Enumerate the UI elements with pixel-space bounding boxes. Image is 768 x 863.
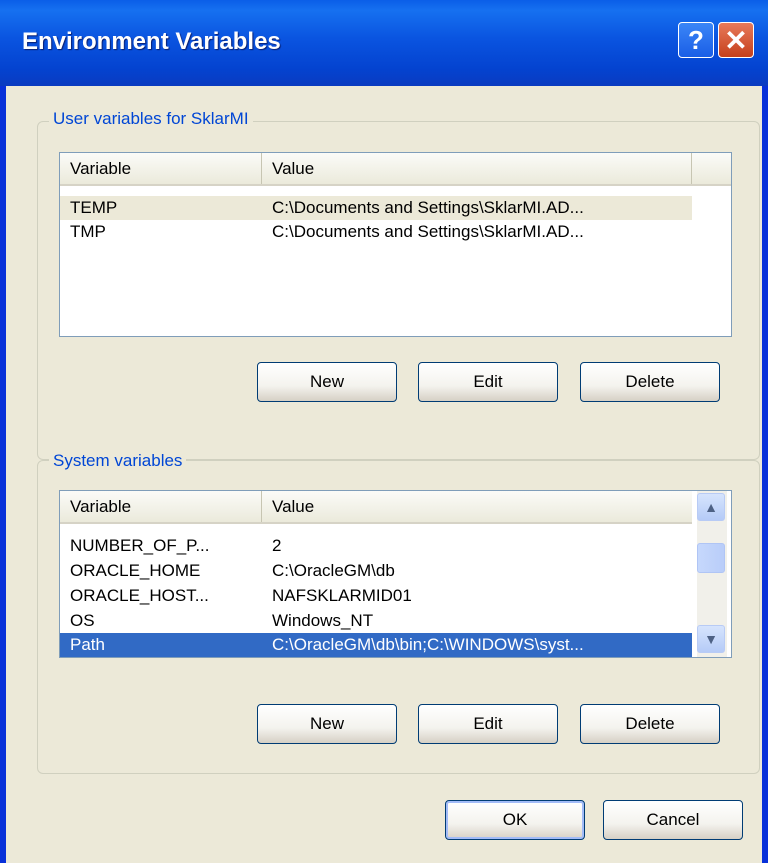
list-row-selected[interactable]: Path C:\OracleGM\db\bin;C:\WINDOWS\syst.… [60, 633, 692, 657]
system-edit-button[interactable]: Edit [418, 704, 558, 744]
scrollbar-thumb[interactable] [697, 543, 725, 573]
scroll-up-icon[interactable]: ▲ [697, 493, 725, 521]
list-row[interactable]: NUMBER_OF_P... 2 [60, 534, 692, 558]
column-header-variable[interactable]: Variable [60, 491, 262, 522]
system-delete-button[interactable]: Delete [580, 704, 720, 744]
list-header: Variable Value [60, 153, 731, 186]
system-variables-title: System variables [49, 451, 187, 471]
vertical-scrollbar[interactable]: ▲ ▼ [697, 491, 727, 657]
system-variables-list[interactable]: Variable Value NUMBER_OF_P... 2 ORACLE_H… [59, 490, 732, 658]
environment-variables-dialog: Environment Variables ? ✕ User variables… [0, 0, 768, 863]
user-new-button[interactable]: New [257, 362, 397, 402]
variable-cell: ORACLE_HOME [70, 561, 201, 580]
variable-cell: NUMBER_OF_P... [70, 536, 210, 555]
user-variables-title: User variables for SklarMI [49, 109, 253, 129]
value-cell: NAFSKLARMID01 [272, 586, 412, 605]
list-header: Variable Value [60, 491, 692, 524]
list-row[interactable]: TMP C:\Documents and Settings\SklarMI.AD… [60, 220, 692, 244]
column-header-value[interactable]: Value [262, 153, 692, 184]
list-row[interactable]: ORACLE_HOST... NAFSKLARMID01 [60, 584, 692, 608]
list-row[interactable]: OS Windows_NT [60, 609, 692, 633]
value-cell: C:\OracleGM\db\bin;C:\WINDOWS\syst... [272, 635, 584, 654]
user-delete-button[interactable]: Delete [580, 362, 720, 402]
user-variables-list[interactable]: Variable Value TEMP C:\Documents and Set… [59, 152, 732, 337]
ok-button[interactable]: OK [445, 800, 585, 840]
cancel-button[interactable]: Cancel [603, 800, 743, 840]
list-row[interactable]: TEMP C:\Documents and Settings\SklarMI.A… [60, 196, 692, 220]
variable-cell: TEMP [70, 198, 118, 217]
scroll-down-icon[interactable]: ▼ [697, 625, 725, 653]
list-row[interactable]: ORACLE_HOME C:\OracleGM\db [60, 559, 692, 583]
close-icon[interactable]: ✕ [718, 22, 754, 58]
variable-cell: ORACLE_HOST... [70, 586, 209, 605]
value-cell: C:\Documents and Settings\SklarMI.AD... [272, 222, 584, 241]
variable-cell: OS [70, 611, 95, 630]
system-new-button[interactable]: New [257, 704, 397, 744]
value-cell: C:\OracleGM\db [272, 561, 395, 580]
column-header-value[interactable]: Value [262, 491, 692, 522]
value-cell: Windows_NT [272, 611, 374, 630]
help-icon[interactable]: ? [678, 22, 714, 58]
variable-cell: Path [70, 635, 105, 654]
variable-cell: TMP [70, 222, 106, 241]
value-cell: 2 [272, 536, 282, 555]
column-header-variable[interactable]: Variable [60, 153, 262, 184]
user-edit-button[interactable]: Edit [418, 362, 558, 402]
title-bar[interactable]: Environment Variables ? ✕ [0, 0, 768, 86]
window-title: Environment Variables [22, 28, 281, 55]
value-cell: C:\Documents and Settings\SklarMI.AD... [272, 198, 584, 217]
dialog-client: User variables for SklarMI Variable Valu… [6, 86, 762, 863]
